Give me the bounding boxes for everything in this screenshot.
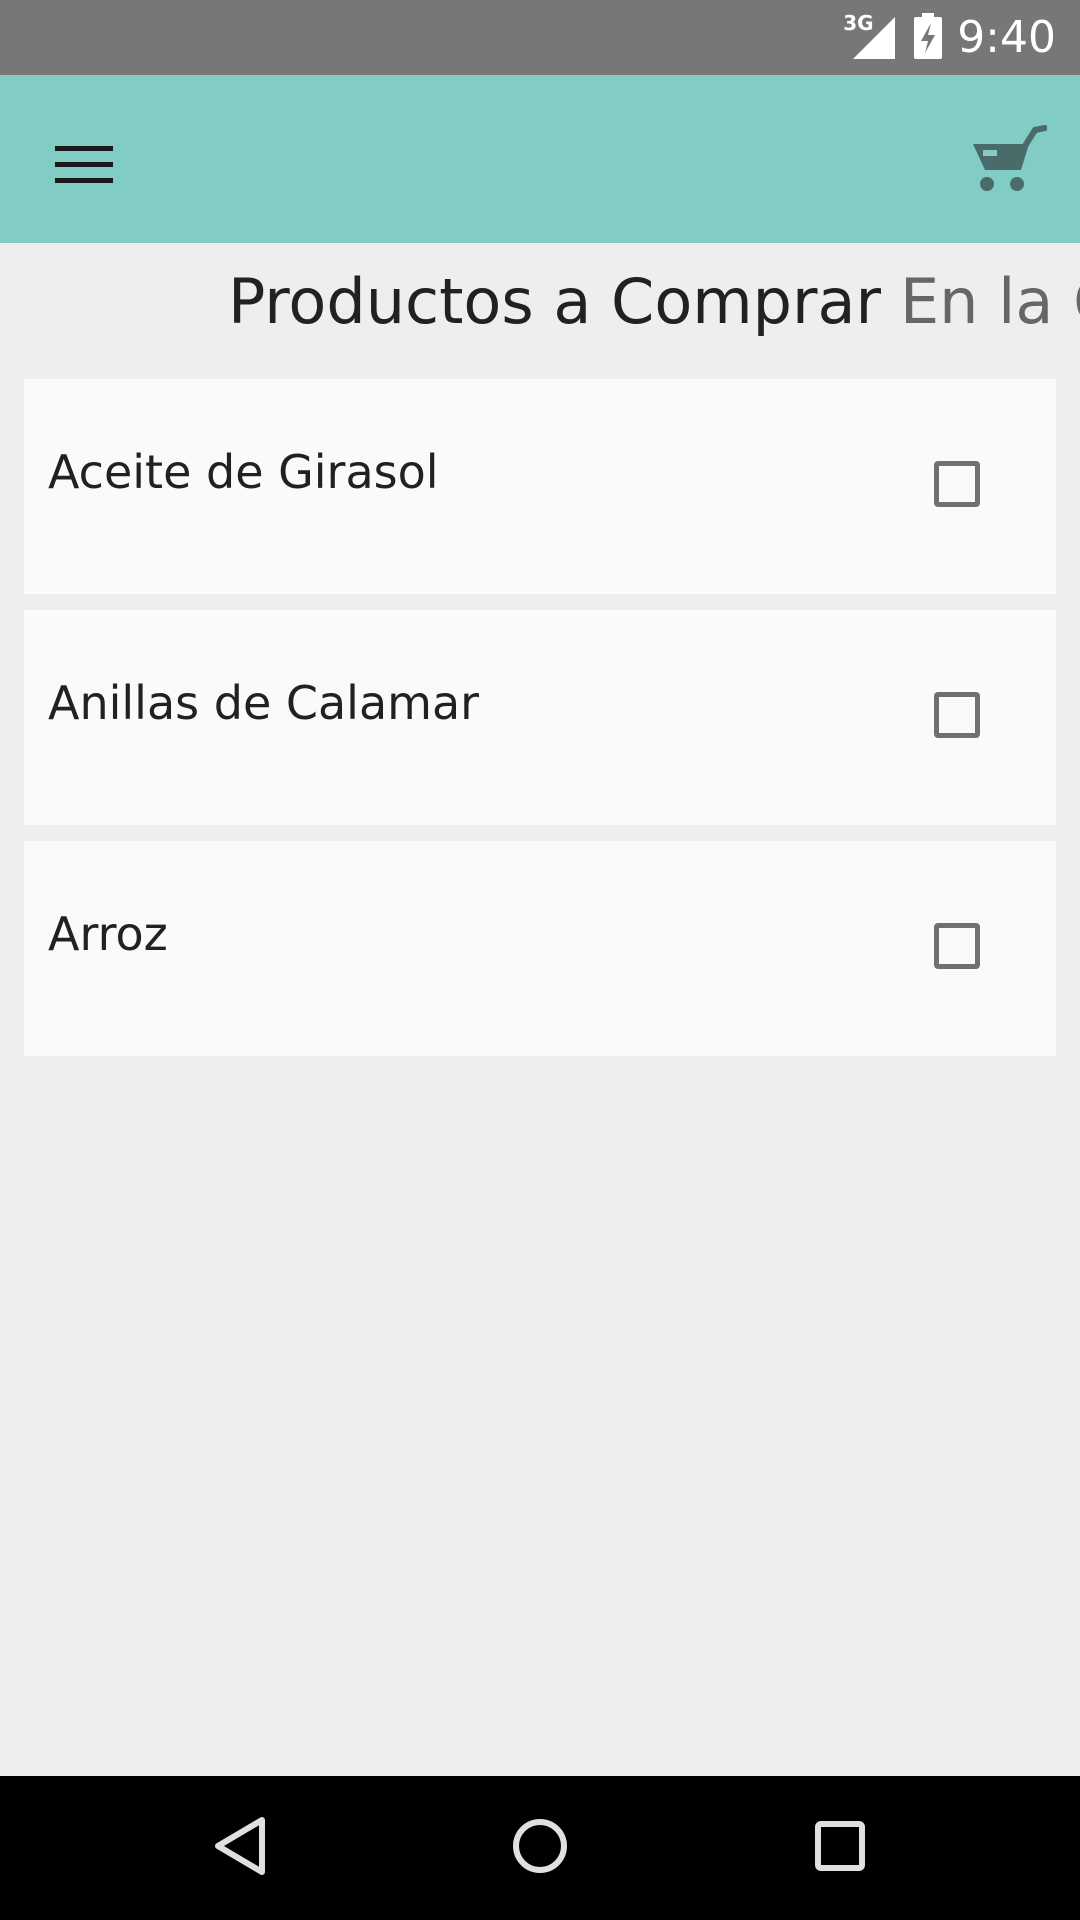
status-time: 9:40 <box>957 12 1056 63</box>
list-item[interactable]: Aceite de Girasol <box>24 379 1056 594</box>
menu-button[interactable] <box>44 125 124 205</box>
product-name: Arroz <box>48 907 168 961</box>
signal-icon: 3G <box>843 11 899 61</box>
shopping-cart-icon <box>969 124 1048 198</box>
app-toolbar <box>0 75 1080 243</box>
network-type-label: 3G <box>843 10 874 35</box>
hamburger-menu-icon <box>55 144 113 186</box>
product-list: Aceite de Girasol Anillas de Calamar Arr… <box>24 379 1056 1072</box>
home-button[interactable] <box>504 1812 576 1884</box>
status-bar: 3G 9:40 <box>0 0 1080 75</box>
product-checkbox[interactable] <box>934 461 980 507</box>
list-item[interactable]: Arroz <box>24 841 1056 1056</box>
battery-charging-icon <box>913 12 943 63</box>
status-icons: 3G 9:40 <box>843 0 1056 75</box>
product-name: Anillas de Calamar <box>48 676 480 730</box>
recents-button[interactable] <box>804 1812 876 1884</box>
system-nav-bar <box>0 1776 1080 1920</box>
back-triangle-icon <box>212 1816 268 1880</box>
tab-productos-a-comprar[interactable]: Productos a Comprar <box>228 265 881 338</box>
back-button[interactable] <box>204 1812 276 1884</box>
product-name: Aceite de Girasol <box>48 445 439 499</box>
tab-en-la-cesta[interactable]: En la C <box>900 265 1080 338</box>
list-item[interactable]: Anillas de Calamar <box>24 610 1056 825</box>
cart-button[interactable] <box>966 119 1050 203</box>
home-circle-icon <box>510 1816 570 1880</box>
product-checkbox[interactable] <box>934 692 980 738</box>
tabs-bar: Productos a Comprar En la C <box>0 243 1080 378</box>
recents-square-icon <box>814 1820 866 1876</box>
product-checkbox[interactable] <box>934 923 980 969</box>
